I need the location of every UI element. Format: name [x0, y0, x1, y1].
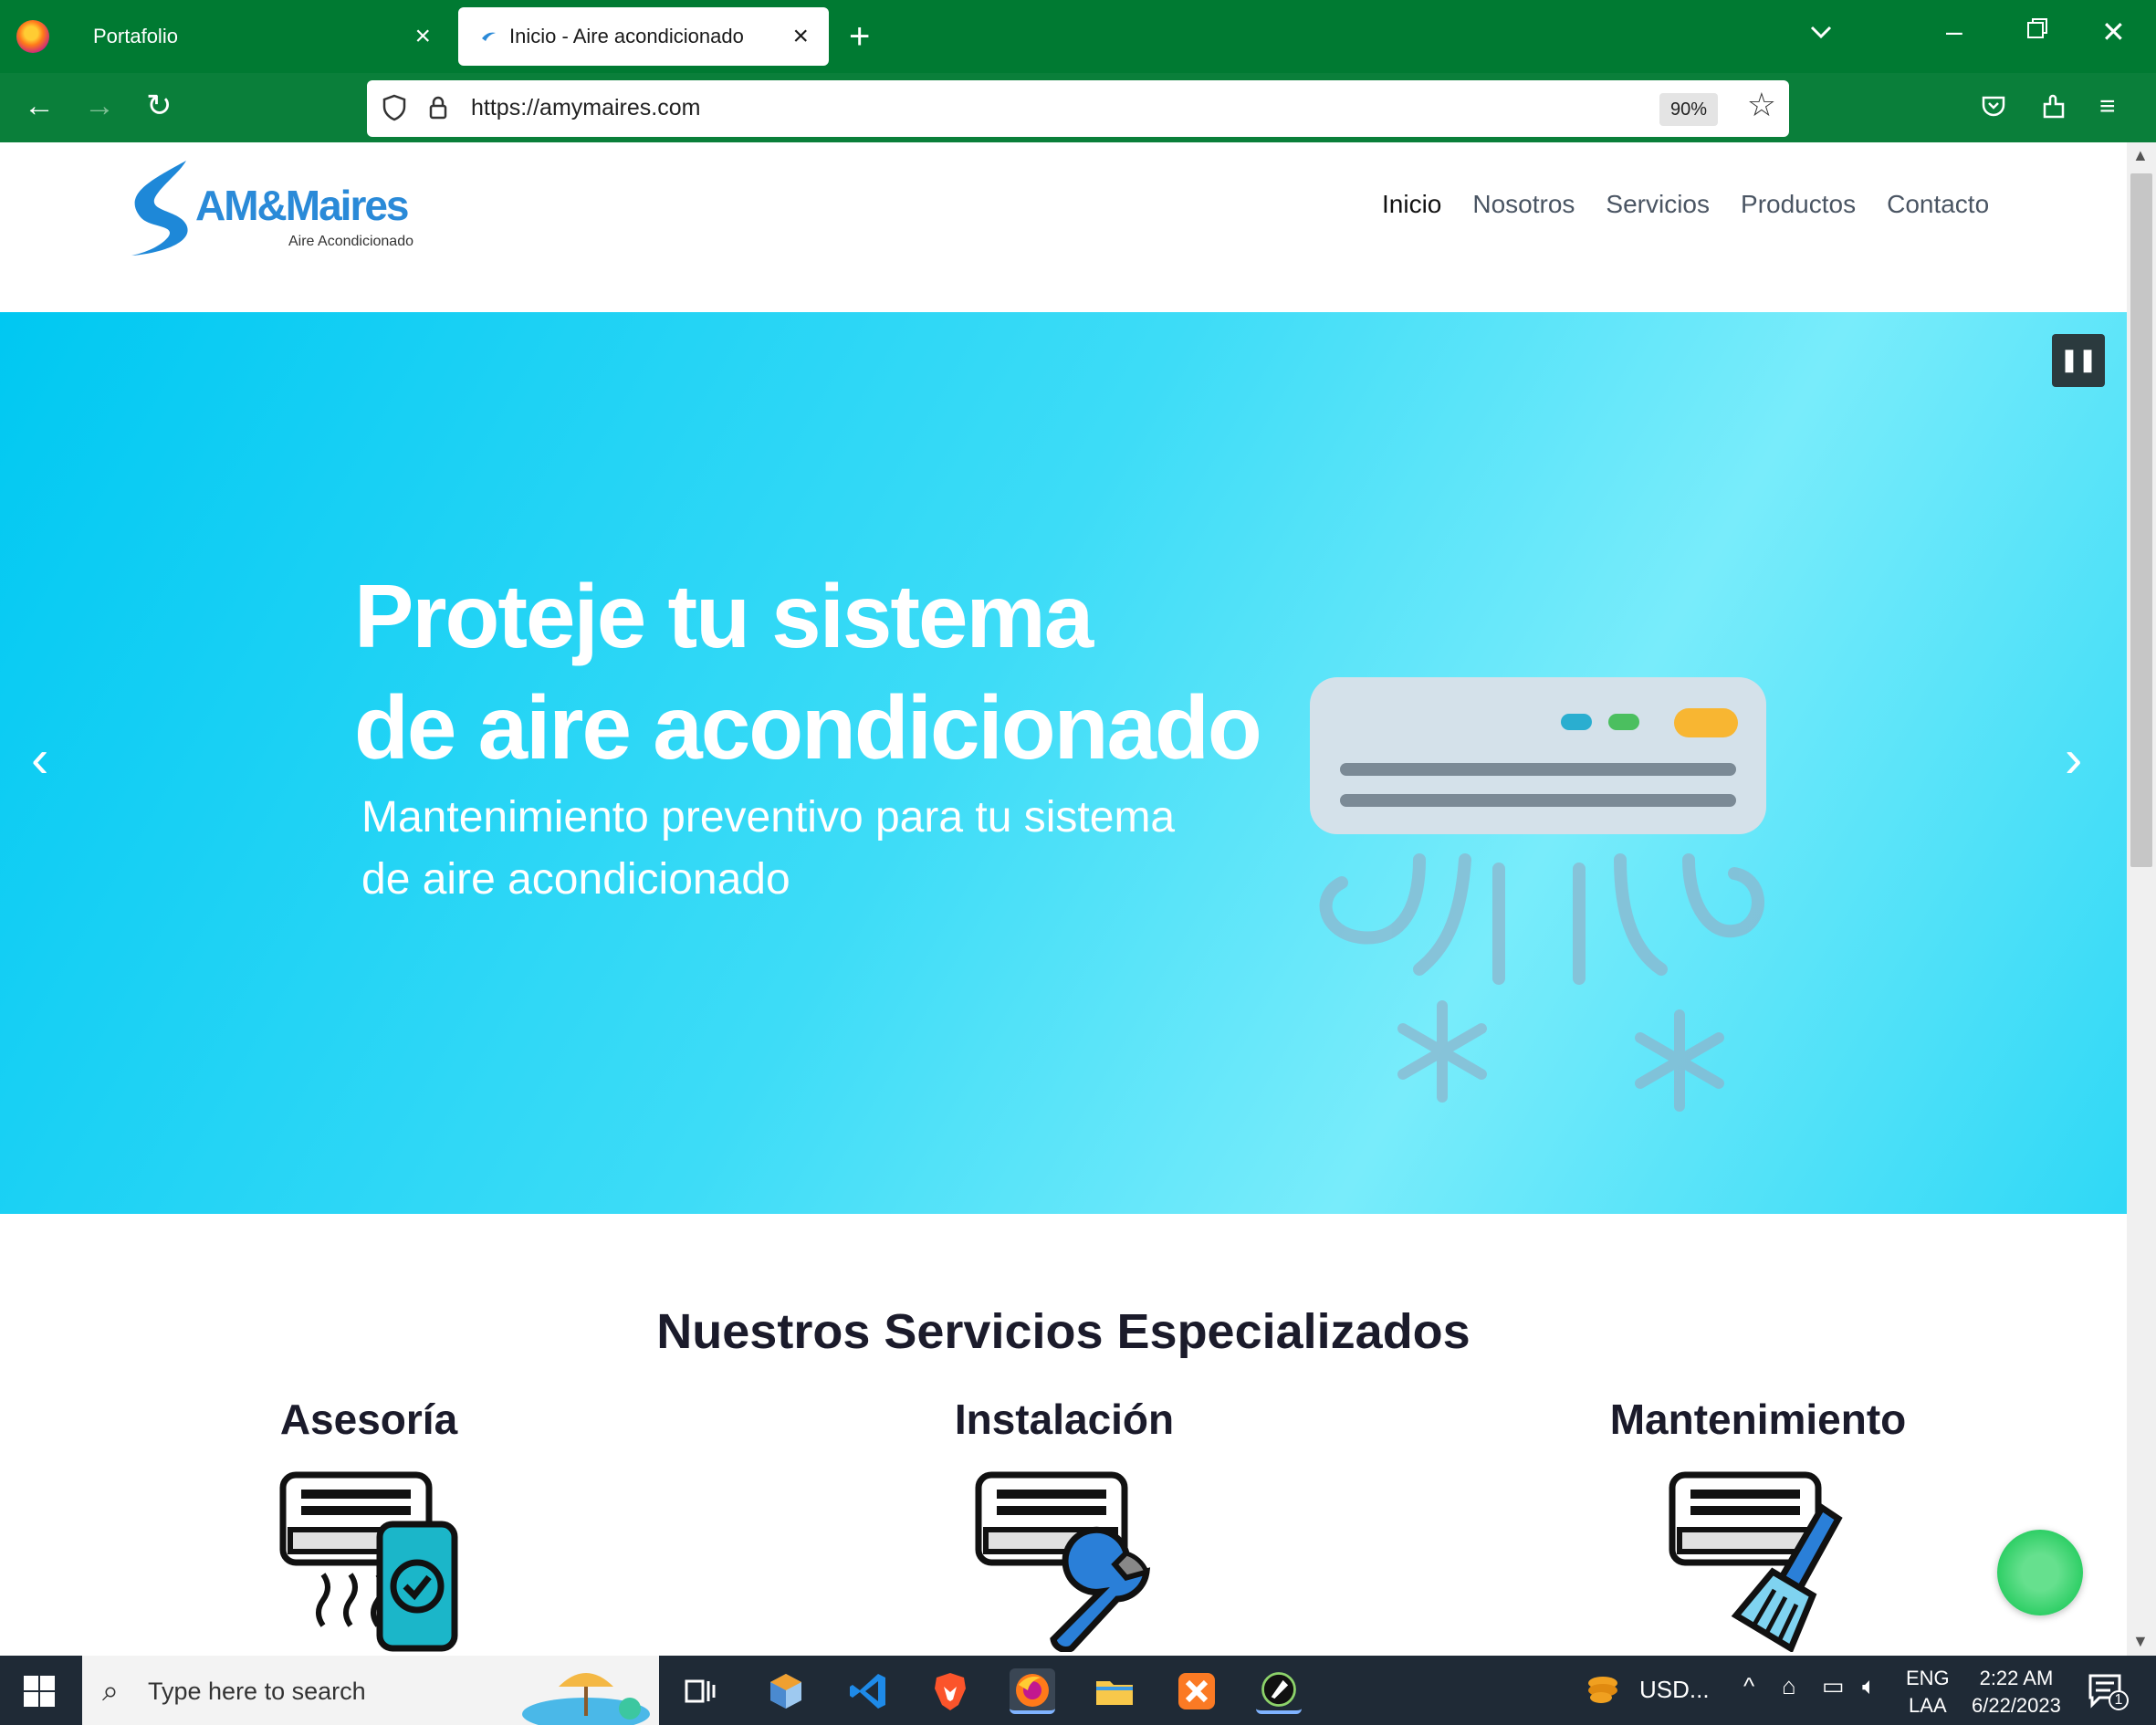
- tab-inicio[interactable]: Inicio - Aire acondicionado ×: [458, 7, 829, 66]
- service-title: Mantenimiento: [1609, 1396, 1907, 1443]
- navigation-toolbar: ← → ↻ https://amymaires.com 90% ☆ ≡: [0, 73, 2156, 142]
- service-card-mantenimiento[interactable]: Mantenimiento: [1566, 1395, 1950, 1652]
- hero-title: Proteje tu sistema de aire acondicionado: [354, 560, 1322, 783]
- chat-widget-button[interactable]: [1997, 1530, 2083, 1615]
- services-title: Nuestros Servicios Especializados: [656, 1304, 1470, 1359]
- windows-start-icon[interactable]: [24, 1676, 55, 1707]
- hamburger-menu-icon[interactable]: ≡: [2099, 91, 2116, 122]
- xampp-icon[interactable]: [1174, 1668, 1219, 1714]
- page-scrollbar[interactable]: ▲ ▼: [2127, 142, 2156, 1656]
- hero-subtitle-line2: de aire acondicionado: [361, 855, 790, 904]
- carousel-pause-button[interactable]: ❚❚: [2052, 334, 2105, 387]
- tab-title: Portafolio: [93, 25, 178, 47]
- browser-tab-bar: Portafolio × Inicio - Aire acondicionado…: [0, 0, 2156, 73]
- extensions-icon[interactable]: [2039, 91, 2068, 128]
- new-tab-button[interactable]: +: [849, 16, 870, 57]
- scroll-up-arrow-icon[interactable]: ▲: [2132, 146, 2149, 165]
- air-conditioner-illustration-icon: [1310, 677, 1766, 1112]
- scroll-down-arrow-icon[interactable]: ▼: [2132, 1632, 2149, 1651]
- meet-now-icon[interactable]: ⌂: [1782, 1672, 1796, 1700]
- service-title: Instalación: [954, 1396, 1175, 1443]
- carousel-prev-arrow-icon[interactable]: ‹: [31, 732, 48, 787]
- task-view-icon[interactable]: [677, 1668, 723, 1714]
- firefox-menu-icon[interactable]: [16, 20, 49, 53]
- vscode-icon[interactable]: [845, 1668, 891, 1714]
- services-section: Nuestros Servicios Especializados Asesor…: [0, 1214, 2127, 1656]
- notification-center-icon[interactable]: 1: [2085, 1670, 2129, 1717]
- input-language-indicator[interactable]: ENG LAA: [1906, 1665, 1950, 1720]
- close-window-icon[interactable]: ✕: [2101, 15, 2126, 49]
- pocket-icon[interactable]: [1979, 91, 2008, 128]
- hero-subtitle-line1: Mantenimiento preventivo para tu sistema: [361, 793, 1176, 842]
- hero-title-line2: de aire acondicionado: [354, 677, 1262, 778]
- main-menu: Inicio Nosotros Servicios Productos Cont…: [1382, 190, 2020, 219]
- site-favicon-icon: [482, 32, 496, 41]
- file-explorer-icon[interactable]: [1092, 1668, 1137, 1714]
- hero-title-line1: Proteje tu sistema: [354, 566, 1094, 666]
- language-code: ENG: [1906, 1667, 1950, 1689]
- close-tab-icon[interactable]: ×: [414, 20, 431, 53]
- search-highlight-beach-icon: [522, 1673, 650, 1725]
- weather-widget-text[interactable]: USD...: [1639, 1676, 1710, 1704]
- menu-item-inicio[interactable]: Inicio: [1382, 190, 1441, 219]
- service-title: Asesoría: [279, 1396, 458, 1443]
- taskbar-clock[interactable]: 2:22 AM 6/22/2023: [1972, 1665, 2061, 1720]
- network-icon[interactable]: ▭: [1822, 1672, 1845, 1700]
- menu-item-contacto[interactable]: Contacto: [1887, 190, 1989, 219]
- site-logo[interactable]: AM&Maires Aire Acondicionado: [122, 153, 433, 263]
- tab-title: Inicio - Aire acondicionado: [509, 25, 744, 47]
- ac-brush-icon: [1669, 1471, 1843, 1652]
- site-header: AM&Maires Aire Acondicionado Inicio Noso…: [0, 142, 2127, 312]
- address-bar[interactable]: https://amymaires.com 90% ☆: [367, 80, 1789, 137]
- logo-tagline: Aire Acondicionado: [288, 234, 413, 249]
- scrollbar-thumb[interactable]: [2130, 173, 2152, 867]
- back-arrow-icon[interactable]: ←: [24, 88, 55, 124]
- ac-wrench-icon: [975, 1471, 1151, 1652]
- ac-phone-icon: [279, 1471, 458, 1652]
- clock-time: 2:22 AM: [1979, 1667, 2054, 1689]
- list-all-tabs-chevron-icon[interactable]: [1807, 18, 1835, 52]
- hero-carousel: ❚❚ ‹ › Proteje tu sistema de aire acondi…: [0, 312, 2127, 1214]
- search-icon: ⌕: [102, 1674, 119, 1707]
- web-page: AM&Maires Aire Acondicionado Inicio Noso…: [0, 142, 2127, 1656]
- inkscape-pen-icon[interactable]: [1256, 1668, 1302, 1714]
- logo-wordmark: AM&Maires: [195, 182, 410, 229]
- keyboard-layout-code: LAA: [1909, 1694, 1947, 1717]
- minimize-window-icon[interactable]: –: [1946, 15, 1962, 48]
- url-text[interactable]: https://amymaires.com: [471, 95, 700, 121]
- brave-browser-icon[interactable]: [927, 1668, 973, 1714]
- app-cube-icon[interactable]: [763, 1668, 809, 1714]
- forward-arrow-icon[interactable]: →: [84, 88, 115, 124]
- clock-date: 6/22/2023: [1972, 1694, 2061, 1717]
- close-tab-icon[interactable]: ×: [792, 20, 809, 53]
- volume-icon[interactable]: 🔈︎: [1862, 1672, 1877, 1701]
- menu-item-nosotros[interactable]: Nosotros: [1472, 190, 1575, 219]
- tab-portafolio[interactable]: Portafolio ×: [71, 7, 451, 66]
- service-card-instalacion[interactable]: Instalación: [873, 1395, 1256, 1652]
- windows-taskbar: ⌕ Type here to search USD... ^ ⌂ ▭ 🔈︎ EN…: [0, 1656, 2156, 1725]
- hero-subtitle: Mantenimiento preventivo para tu sistema…: [361, 787, 1219, 911]
- notification-count-badge: 1: [2109, 1690, 2129, 1710]
- menu-item-productos[interactable]: Productos: [1741, 190, 1856, 219]
- bookmark-star-icon[interactable]: ☆: [1747, 86, 1776, 124]
- zoom-level-button[interactable]: 90%: [1659, 93, 1718, 126]
- currency-rate-icon[interactable]: [1583, 1668, 1623, 1709]
- reload-icon[interactable]: ↻: [146, 88, 173, 124]
- lock-icon[interactable]: [424, 93, 453, 122]
- show-hidden-icons-chevron-icon[interactable]: ^: [1743, 1672, 1754, 1700]
- firefox-taskbar-icon[interactable]: [1010, 1668, 1055, 1714]
- taskbar-search-box[interactable]: ⌕ Type here to search: [82, 1656, 659, 1725]
- carousel-next-arrow-icon[interactable]: ›: [2065, 732, 2082, 787]
- restore-window-icon[interactable]: [2025, 15, 2050, 48]
- menu-item-servicios[interactable]: Servicios: [1606, 190, 1710, 219]
- search-placeholder: Type here to search: [148, 1678, 366, 1705]
- service-card-asesoria[interactable]: Asesoría: [177, 1395, 560, 1652]
- tracking-protection-shield-icon[interactable]: [380, 93, 409, 122]
